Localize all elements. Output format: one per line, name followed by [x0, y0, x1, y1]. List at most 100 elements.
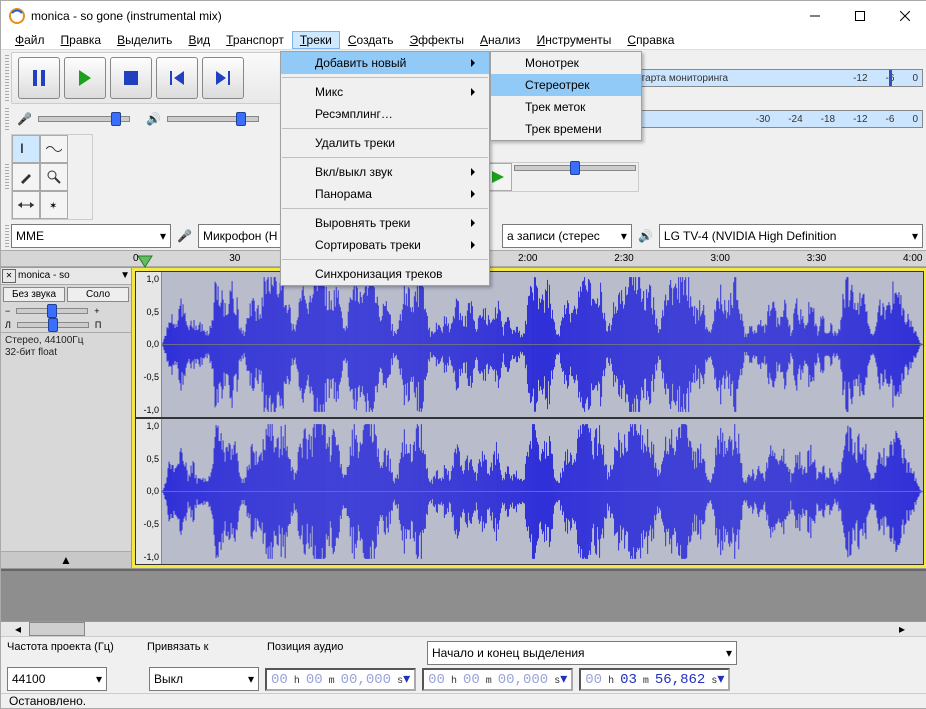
rec-volume-slider[interactable] [38, 116, 130, 122]
horizontal-scrollbar[interactable]: ◂ ▸ [1, 621, 926, 636]
scroll-thumb[interactable] [29, 622, 85, 636]
rec-volume-slider-group: 🎤 [11, 112, 138, 126]
project-rate-label: Частота проекта (Гц) [7, 641, 137, 665]
submenu-label-track[interactable]: Трек меток [491, 96, 641, 118]
submenu-mono[interactable]: Монотрек [491, 52, 641, 74]
timeline-tick: 4:00 [903, 253, 922, 264]
menu-правка[interactable]: Правка [53, 31, 110, 49]
menu-транспорт[interactable]: Транспорт [218, 31, 292, 49]
menu-sort-tracks[interactable]: Сортировать треки [281, 234, 489, 256]
recording-channels-combo[interactable]: а записи (стерес▾ [502, 224, 632, 248]
host-api-combo[interactable]: MME▾ [11, 224, 171, 248]
waveform-channel-right[interactable]: 1,00,50,0-0,5-1,0 [135, 418, 924, 565]
selection-end-display[interactable]: 00 h 03 m 56,862 s▾ [579, 668, 730, 691]
menu-mix[interactable]: Микс [281, 81, 489, 103]
menu-resampling[interactable]: Ресэмплинг… [281, 103, 489, 125]
menu-выделить[interactable]: Выделить [109, 31, 180, 49]
title-bar: monica - so gone (instrumental mix) [1, 1, 926, 31]
track-collapse-button[interactable]: ▲ [1, 551, 131, 568]
track-close-button[interactable]: ✕ [2, 269, 16, 283]
zoom-tool[interactable] [40, 163, 68, 191]
submenu-time-track[interactable]: Трек времени [491, 118, 641, 140]
window-title: monica - so gone (instrumental mix) [31, 9, 792, 23]
playback-device-combo[interactable]: LG TV-4 (NVIDIA High Definition▾ [659, 224, 923, 248]
menu-файл[interactable]: Файл [7, 31, 53, 49]
mic-icon: 🎤 [17, 112, 32, 126]
menu-создать[interactable]: Создать [340, 31, 402, 49]
play-volume-slider[interactable] [167, 116, 259, 122]
speaker-icon: 🔊 [146, 112, 161, 126]
mute-button[interactable]: Без звука [3, 287, 65, 302]
gain-slider[interactable] [16, 308, 88, 314]
pan-slider[interactable] [17, 322, 89, 328]
selection-mode-combo[interactable]: Начало и конец выделения▾ [427, 641, 737, 665]
track-dropdown-icon[interactable]: ▼ [120, 270, 130, 281]
skip-start-button[interactable] [156, 57, 198, 99]
timeline-tick: 2:00 [518, 253, 537, 264]
project-rate-combo[interactable]: 44100▾ [7, 667, 107, 691]
play-button[interactable] [64, 57, 106, 99]
playback-device-value: LG TV-4 (NVIDIA High Definition [664, 229, 837, 243]
submenu-stereo[interactable]: Стереотрек [491, 74, 641, 96]
pan-slider-row: ЛП [1, 318, 131, 332]
scroll-right-icon[interactable]: ▸ [899, 622, 913, 636]
pause-button[interactable] [18, 57, 60, 99]
recording-channels-value: а записи (стерес [507, 229, 600, 243]
mic-icon: 🎤 [173, 229, 196, 243]
menu-tracks-dropdown: Добавить новый Микс Ресэмплинг… Удалить … [280, 51, 490, 286]
timeline-tick: 2:30 [614, 253, 633, 264]
gain-slider-row: −+ [1, 304, 131, 318]
svg-text:I: I [20, 141, 24, 156]
play-speed-slider[interactable] [514, 165, 636, 171]
playback-meter[interactable]: -30-24-18-12-60 [607, 110, 923, 128]
edit-tools: I ✶ [11, 134, 93, 220]
menu-инструменты[interactable]: Инструменты [529, 31, 620, 49]
meter-text: я старта мониторинга [627, 73, 728, 84]
menu-delete-tracks[interactable]: Удалить треки [281, 132, 489, 154]
menu-panorama[interactable]: Панорама [281, 183, 489, 205]
scroll-left-icon[interactable]: ◂ [15, 622, 29, 636]
timeshift-tool[interactable] [12, 191, 40, 219]
selection-start-display[interactable]: 00 h 00 m 00,000 s▾ [422, 668, 573, 691]
selection-tool[interactable]: I [12, 135, 40, 163]
transport-controls [11, 52, 297, 104]
stop-button[interactable] [110, 57, 152, 99]
submenu-add-new: Монотрек Стереотрек Трек меток Трек врем… [490, 51, 642, 141]
maximize-button[interactable] [837, 1, 882, 31]
timeline-tick: 3:30 [807, 253, 826, 264]
menu-вид[interactable]: Вид [180, 31, 218, 49]
envelope-tool[interactable] [40, 135, 68, 163]
snap-to-label: Привязать к [147, 641, 257, 665]
snap-to-combo[interactable]: Выкл▾ [149, 667, 259, 691]
play-volume-slider-group: 🔊 [140, 112, 267, 126]
solo-button[interactable]: Соло [67, 287, 129, 302]
draw-tool[interactable] [12, 163, 40, 191]
menu-bar: ФайлПравкаВыделитьВидТранспортТрекиСозда… [1, 31, 926, 50]
menu-треки[interactable]: Треки [292, 31, 340, 49]
waveform-display[interactable]: 1,00,50,0-0,5-1,0 1,00,50,0-0,5-1,0 [132, 268, 926, 568]
waveform-channel-left[interactable]: 1,00,50,0-0,5-1,0 [135, 271, 924, 418]
menu-sync-tracks[interactable]: Синхронизация треков [281, 263, 489, 285]
track-name[interactable]: monica - so [18, 270, 70, 281]
menu-эффекты[interactable]: Эффекты [401, 31, 472, 49]
menu-align-tracks[interactable]: Выровнять треки [281, 212, 489, 234]
multi-tool[interactable]: ✶ [40, 191, 68, 219]
menu-справка[interactable]: Справка [619, 31, 682, 49]
track-area: ✕ monica - so ▼ Без звука Соло −+ ЛП Сте… [1, 267, 926, 569]
audio-position-display[interactable]: 00 h 00 m 00,000 s▾ [265, 668, 416, 691]
minimize-button[interactable] [792, 1, 837, 31]
track-control-panel: ✕ monica - so ▼ Без звука Соло −+ ЛП Сте… [1, 268, 132, 568]
app-icon [9, 8, 25, 24]
audio-position-label: Позиция аудио [267, 641, 417, 665]
empty-track-area[interactable] [1, 569, 926, 621]
menu-add-new[interactable]: Добавить новый [281, 52, 489, 74]
track-info: Стерео, 44100Гц 32-бит float [1, 332, 131, 361]
recording-device-value: Микрофон (H [203, 229, 277, 243]
skip-end-button[interactable] [202, 57, 244, 99]
timeline-tick: 0 [133, 253, 139, 264]
close-button[interactable] [882, 1, 926, 31]
recording-meter[interactable]: я старта мониторинга -12-60 [622, 69, 923, 87]
menu-mute-toggle[interactable]: Вкл/выкл звук [281, 161, 489, 183]
selection-toolbar: Частота проекта (Гц) Привязать к Позиция… [1, 636, 926, 693]
menu-анализ[interactable]: Анализ [472, 31, 529, 49]
